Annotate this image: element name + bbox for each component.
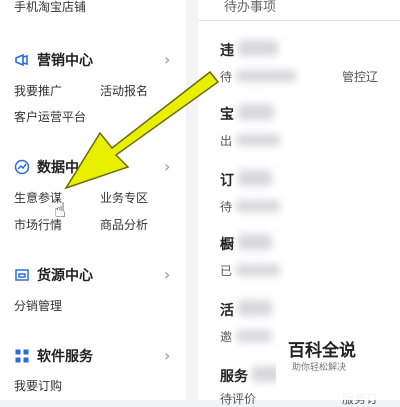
watermark-title: 百科全说 xyxy=(288,341,356,361)
watermark-subtitle: 助你轻松解决 xyxy=(292,363,347,373)
hand-cursor-icon: ☝ xyxy=(54,198,67,222)
arrow-shape xyxy=(64,70,220,190)
